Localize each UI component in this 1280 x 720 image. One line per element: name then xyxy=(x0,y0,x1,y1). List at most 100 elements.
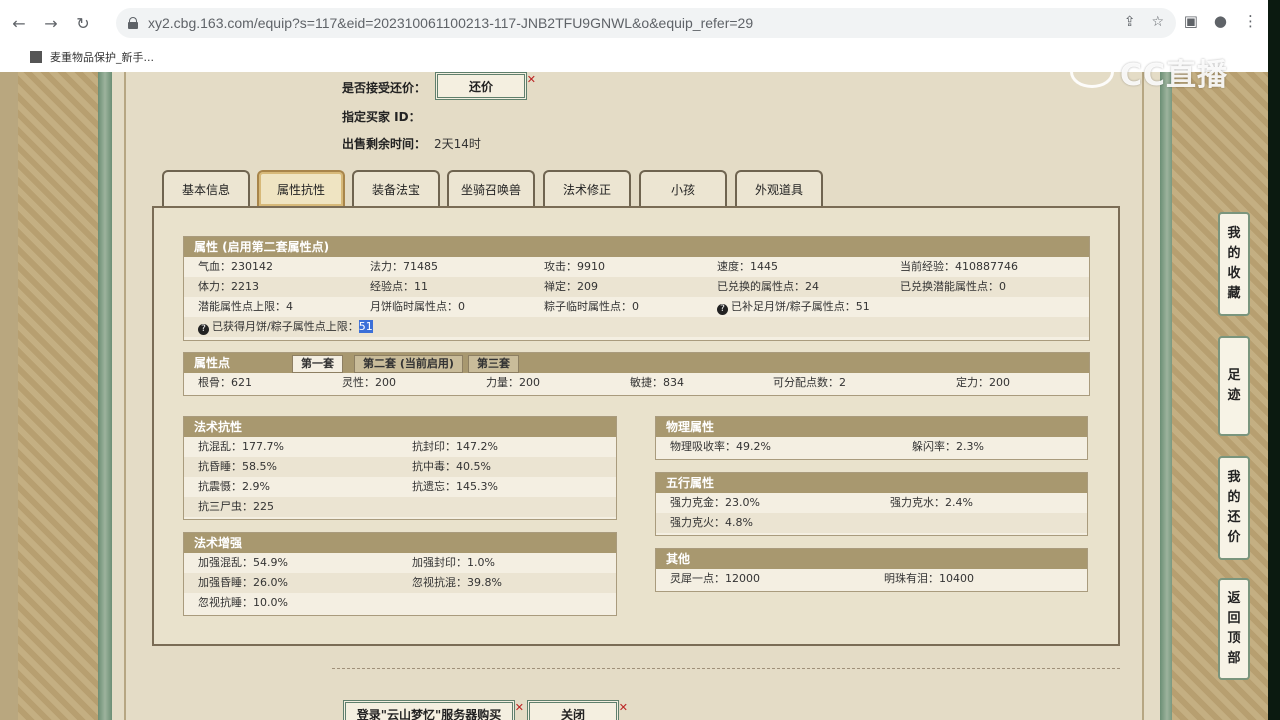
attr-cell: 经验点：11 xyxy=(370,280,428,293)
watermark-logo-icon xyxy=(1070,56,1114,88)
sidebar-char: 还 xyxy=(1227,510,1241,525)
sidebar-char: 价 xyxy=(1227,530,1241,545)
my-favorites-button[interactable]: 我 的 收 藏 xyxy=(1218,212,1250,316)
bookmark-item[interactable]: 麦重物品保护_新手... xyxy=(50,49,154,65)
resist-cell: 抗昏睡：58.5% xyxy=(198,460,277,473)
accept-counter-label: 是否接受还价： xyxy=(342,81,427,95)
browser-toolbar: ← → ↻ xy2.cbg.163.com/equip?s=117&eid=20… xyxy=(0,0,1268,46)
table-row: 抗三尸虫：225 xyxy=(184,497,616,517)
point-cell: 力量：200 xyxy=(486,376,540,389)
attribute-points-section: 属性点 第一套 第二套 (当前启用) 第三套 根骨：621 灵性：200 力量：… xyxy=(183,352,1090,396)
remaining-time-label: 出售剩余时间： xyxy=(342,137,427,151)
spell-enhance-section: 法术增强 加强混乱：54.9% 加强封印：1.0% 加强昏睡：26.0% 忽视抗混：… xyxy=(183,532,617,616)
resist-cell: 抗三尸虫：225 xyxy=(198,500,274,513)
subtab-set-2[interactable]: 第二套 (当前启用) xyxy=(354,355,463,373)
footprints-button[interactable]: 足 迹 xyxy=(1218,336,1250,436)
enhance-cell: 忽视抗混：39.8% xyxy=(412,576,502,589)
attr-cell: ? 已补足月饼/粽子属性点：51 xyxy=(717,297,870,317)
reload-icon[interactable]: ↻ xyxy=(70,10,96,36)
tab-appearance[interactable]: 外观道具 xyxy=(735,170,823,206)
sidebar-char: 回 xyxy=(1227,611,1241,626)
attr-cell: 已兑换潜能属性点：0 xyxy=(900,280,1006,293)
lock-icon[interactable] xyxy=(128,17,138,29)
forward-icon[interactable]: → xyxy=(38,10,64,36)
designated-buyer-label: 指定买家 ID： xyxy=(342,110,421,124)
tab-mounts-pets[interactable]: 坐骑召唤兽 xyxy=(447,170,535,206)
remaining-time-value: 2天14时 xyxy=(434,137,481,151)
elements-header: 五行属性 xyxy=(656,473,1087,493)
watermark: CC直播 xyxy=(1070,50,1228,94)
tab-spell-correction[interactable]: 法术修正 xyxy=(543,170,631,206)
sidebar-char: 我 xyxy=(1227,226,1241,241)
sidebar-char: 收 xyxy=(1227,266,1241,281)
sidebar-char: 的 xyxy=(1227,490,1241,505)
table-row: 强力克金：23.0% 强力克水：2.4% xyxy=(656,493,1087,513)
physical-cell: 物理吸收率：49.2% xyxy=(670,440,771,453)
table-row: 抗混乱：177.7% 抗封印：147.2% xyxy=(184,437,616,457)
table-row: 抗昏睡：58.5% 抗中毒：40.5% xyxy=(184,457,616,477)
help-icon[interactable]: ? xyxy=(717,304,728,315)
tab-basic-info[interactable]: 基本信息 xyxy=(162,170,250,206)
table-row: 忽视抗睡：10.0% xyxy=(184,593,616,613)
point-cell: 敏捷：834 xyxy=(630,376,684,389)
profile-icon[interactable]: ● xyxy=(1214,12,1227,30)
enhance-cell: 忽视抗睡：10.0% xyxy=(198,596,288,609)
star-icon[interactable]: ☆ xyxy=(1151,14,1164,30)
sidebar-char: 顶 xyxy=(1227,631,1241,646)
element-cell: 强力克火：4.8% xyxy=(670,516,753,529)
back-icon[interactable]: ← xyxy=(6,10,32,36)
address-bar[interactable]: xy2.cbg.163.com/equip?s=117&eid=20231006… xyxy=(116,8,1176,38)
other-cell: 明珠有泪：10400 xyxy=(884,572,974,585)
table-row: 根骨：621 灵性：200 力量：200 敏捷：834 可分配点数：2 定力：2… xyxy=(184,373,1089,393)
resist-cell: 抗遗忘：145.3% xyxy=(412,480,498,493)
attr-cell: 禅定：209 xyxy=(544,280,598,293)
tab-attributes[interactable]: 属性抗性 xyxy=(257,170,345,206)
table-row: 灵犀一点：12000 明珠有泪：10400 xyxy=(656,569,1087,589)
point-cell: 根骨：621 xyxy=(198,376,252,389)
attr-cell: 潜能属性点上限：4 xyxy=(198,300,293,313)
menu-icon[interactable]: ⋮ xyxy=(1243,12,1258,30)
url-text[interactable]: xy2.cbg.163.com/equip?s=117&eid=20231006… xyxy=(148,15,753,31)
help-icon[interactable]: ? xyxy=(198,324,209,335)
tab-equipment[interactable]: 装备法宝 xyxy=(352,170,440,206)
tab-children[interactable]: 小孩 xyxy=(639,170,727,206)
attr-cell: 体力：2213 xyxy=(198,280,259,293)
point-cell: 定力：200 xyxy=(956,376,1010,389)
resist-cell: 抗震慑：2.9% xyxy=(198,480,270,493)
close-button[interactable]: 关闭 xyxy=(527,700,628,720)
attr-cell: 气血：230142 xyxy=(198,260,273,273)
table-row: 物理吸收率：49.2% 躲闪率：2.3% xyxy=(656,437,1087,457)
counter-offer-button[interactable]: 还价 xyxy=(435,72,536,100)
element-cell: 强力克水：2.4% xyxy=(890,496,973,509)
sidebar-char: 迹 xyxy=(1227,388,1241,403)
subtab-set-3[interactable]: 第三套 xyxy=(468,355,519,373)
my-offers-button[interactable]: 我 的 还 价 xyxy=(1218,456,1250,560)
subtab-set-1[interactable]: 第一套 xyxy=(292,355,343,373)
attr-cell: 已兑换的属性点：24 xyxy=(717,280,819,293)
spell-resist-section: 法术抗性 抗混乱：177.7% 抗封印：147.2% 抗昏睡：58.5% 抗中毒：4… xyxy=(183,416,617,520)
back-to-top-button[interactable]: 返 回 顶 部 xyxy=(1218,578,1250,680)
sidebar-char: 藏 xyxy=(1227,286,1241,301)
side-panel-icon[interactable]: ▣ xyxy=(1184,12,1198,30)
attr-cell: 粽子临时属性点：0 xyxy=(544,300,639,313)
login-server-buy-button[interactable]: 登录"云山梦忆"服务器购买 xyxy=(343,700,524,720)
table-row: 潜能属性点上限：4 月饼临时属性点：0 粽子临时属性点：0 ? 已补足月饼/粽子属… xyxy=(184,297,1089,317)
resist-cell: 抗封印：147.2% xyxy=(412,440,498,453)
attributes-section: 属性 (启用第二套属性点) 气血：230142 法力：71485 攻击：9910… xyxy=(183,236,1090,341)
attr-cell: 月饼临时属性点：0 xyxy=(370,300,465,313)
mooncake-limit-label: 已获得月饼/粽子属性点上限： xyxy=(212,320,359,333)
table-row: 体力：2213 经验点：11 禅定：209 已兑换的属性点：24 已兑换潜能属性… xyxy=(184,277,1089,297)
spell-enhance-header: 法术增强 xyxy=(184,533,616,553)
attr-cell: 速度：1445 xyxy=(717,260,778,273)
point-cell: 可分配点数：2 xyxy=(773,376,846,389)
share-icon[interactable]: ⇪ xyxy=(1124,14,1136,30)
sidebar-char: 的 xyxy=(1227,246,1241,261)
sidebar-char: 足 xyxy=(1227,368,1241,383)
resist-cell: 抗混乱：177.7% xyxy=(198,440,284,453)
enhance-cell: 加强封印：1.0% xyxy=(412,556,495,569)
sidebar-char: 返 xyxy=(1227,591,1241,606)
attr-cell-text: 已补足月饼/粽子属性点：51 xyxy=(731,300,870,313)
mooncake-limit-value: 51 xyxy=(358,320,373,333)
spell-resist-header: 法术抗性 xyxy=(184,417,616,437)
bookmark-favicon-icon xyxy=(30,51,42,63)
